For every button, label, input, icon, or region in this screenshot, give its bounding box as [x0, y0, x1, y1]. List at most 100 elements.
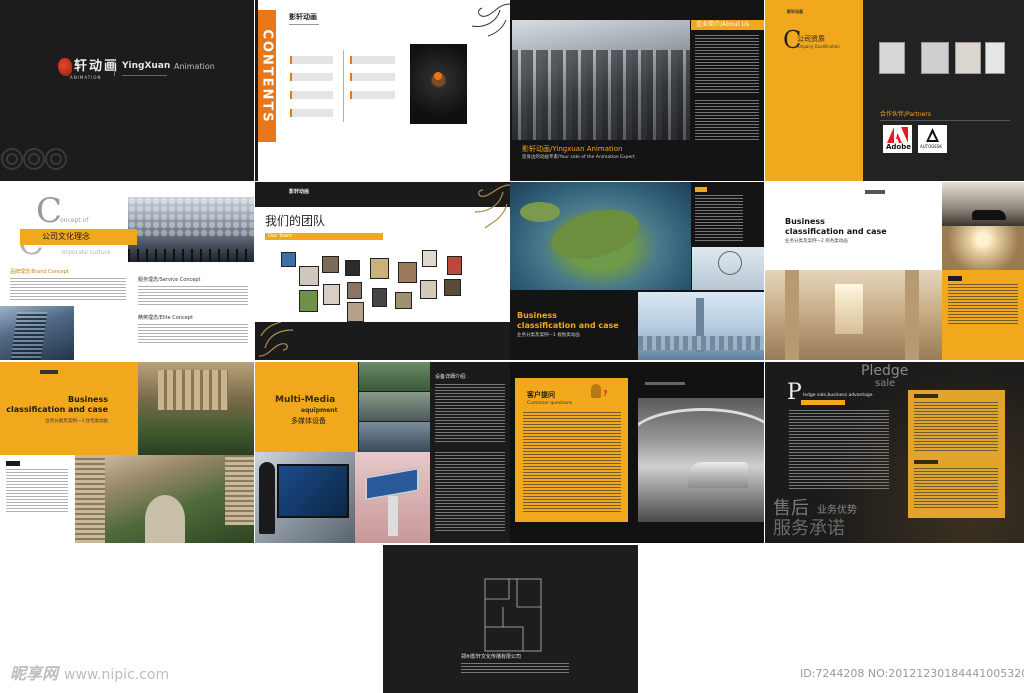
team-subtitle: Our Team: [265, 233, 383, 240]
pledge-letter: P: [787, 380, 802, 405]
portrait: [444, 279, 461, 296]
portrait: [422, 250, 437, 267]
cover-divider: [114, 60, 115, 76]
about-header: 企业简介/About Us: [691, 20, 764, 30]
train-shape: [688, 462, 748, 488]
island-shape: [545, 201, 645, 268]
cover-logo-sub: ANIMATION: [70, 75, 102, 80]
portrait: [372, 288, 387, 307]
contents-logo: 影轩动画: [289, 13, 317, 21]
portrait: [395, 292, 412, 309]
hexagon-building-photo: [128, 197, 254, 262]
brand-concept-heading: 品牌理念/Brand Concept: [10, 269, 69, 275]
elite-concept-text: [138, 324, 248, 344]
adobe-icon: [887, 127, 908, 143]
autodesk-label: AUTODESK: [920, 144, 943, 149]
case-1-info-box: [695, 187, 743, 245]
contents-item: [290, 109, 333, 117]
culture-line-1: oncept of: [60, 217, 89, 224]
watermark-id: ID:7244208 NO:20121230184441005320: [800, 667, 1024, 680]
info-box-text: [6, 469, 68, 513]
info-box-tag: [914, 394, 938, 398]
culture-title: 公司文化理念: [20, 229, 137, 245]
info-box-tag: [6, 461, 20, 466]
qualification-panel: 影轩动画 C 公司资质 ompany Qualification 合作伙伴/Pa…: [765, 0, 1024, 181]
skyline-shape: [512, 50, 690, 140]
gold-swirl-ornament: [474, 184, 510, 229]
equipment-detail-text: [435, 452, 505, 532]
car-showroom-photo: [942, 182, 1024, 226]
multimedia-title-2: equipment: [301, 407, 338, 414]
portrait: [345, 260, 360, 276]
portrait: [420, 280, 437, 299]
aerial-island-photo: [510, 182, 691, 290]
portrait: [323, 284, 340, 305]
certificate-image: [921, 42, 949, 74]
case-2-title-2: classification and case: [785, 227, 887, 236]
back-company: 郑州影轩文化传播有限公司: [461, 654, 522, 660]
tower-shape: [10, 312, 48, 360]
team-panel: 影轩动画 我们的团队 Our Team: [255, 182, 510, 360]
decorative-circles: [1, 148, 67, 170]
questions-panel: 客户提问 Customer questions ?: [510, 362, 764, 543]
info-box-tag: [695, 187, 707, 192]
ferris-wheel-photo: [692, 247, 764, 290]
building-facade: [158, 370, 228, 410]
multimedia-title-1: Multi-Media: [275, 395, 336, 405]
adobe-logo: Adobe: [883, 125, 912, 153]
adobe-label: Adobe: [886, 143, 911, 151]
about-panel: 企业简介/About Us 影轩动画/Yingxuan Animation 您身…: [510, 0, 764, 181]
lobby-column: [785, 270, 799, 360]
portrait: [299, 266, 319, 286]
case-3-title-1: Business: [68, 395, 108, 404]
equipment-detail-text: [435, 384, 505, 444]
screen-shape: [277, 464, 349, 518]
residential-garden-photo: [75, 455, 254, 543]
model-photo: [359, 362, 430, 391]
portrait: [281, 252, 296, 267]
qualification-logo: 影轩动画: [787, 9, 803, 14]
cover-brand-en-1: YingXuan: [122, 61, 171, 71]
contents-dark-image: [410, 44, 467, 124]
portrait: [299, 290, 318, 312]
about-text-block: [695, 100, 759, 140]
back-cover-panel: 郑州影轩文化传播有限公司: [383, 545, 638, 693]
about-slogan: 您身边的动画专家/Your side of the Animation Expe…: [522, 155, 635, 160]
chandelier-photo: [942, 226, 1024, 270]
culture-line-2: orporate culture: [62, 249, 111, 256]
info-box-text: [695, 195, 743, 243]
about-text-block: [695, 35, 759, 95]
case-1-title-2: classification and case: [517, 321, 619, 330]
city-tower-photo: [638, 292, 764, 360]
certificate-image: [879, 42, 905, 74]
station-roof: [638, 408, 764, 468]
back-address-text: [461, 663, 569, 675]
case-3-info: [0, 455, 75, 543]
contents-item: [350, 73, 395, 81]
gallery-header-line: [645, 382, 685, 385]
residential-building-photo: [138, 362, 254, 455]
people-silhouettes: [128, 249, 254, 262]
qualification-yellow-page: [765, 0, 863, 181]
autodesk-logo: AUTODESK: [918, 125, 947, 153]
questions-subtitle: Customer questions: [527, 401, 573, 406]
pledge-yellow-box: [908, 390, 1005, 518]
case-2-logo: [865, 190, 885, 194]
contents-title: CONTENTS: [259, 29, 275, 124]
case-3-subtitle: 业务分类及案例—3 住宅类动画: [45, 419, 108, 424]
swirl-ornament: [471, 3, 510, 37]
info-box-text: [948, 284, 1018, 324]
contents-item: [290, 91, 333, 99]
brand-concept-text: [10, 278, 126, 300]
equipment-detail-label: 设备详细介绍:: [435, 374, 467, 380]
person-shape: [259, 462, 275, 534]
skyline-shape: [638, 336, 764, 350]
qualification-title: 公司资质: [797, 35, 825, 43]
case-1-title-1: Business: [517, 311, 557, 320]
contents-panel: CONTENTS 影轩动画: [255, 0, 510, 181]
tower-block: [75, 455, 105, 543]
info-box-tag: [914, 460, 938, 464]
info-box-text: [914, 468, 998, 508]
portrait: [447, 256, 462, 275]
cover-brand-en-2: Animation: [174, 62, 215, 71]
